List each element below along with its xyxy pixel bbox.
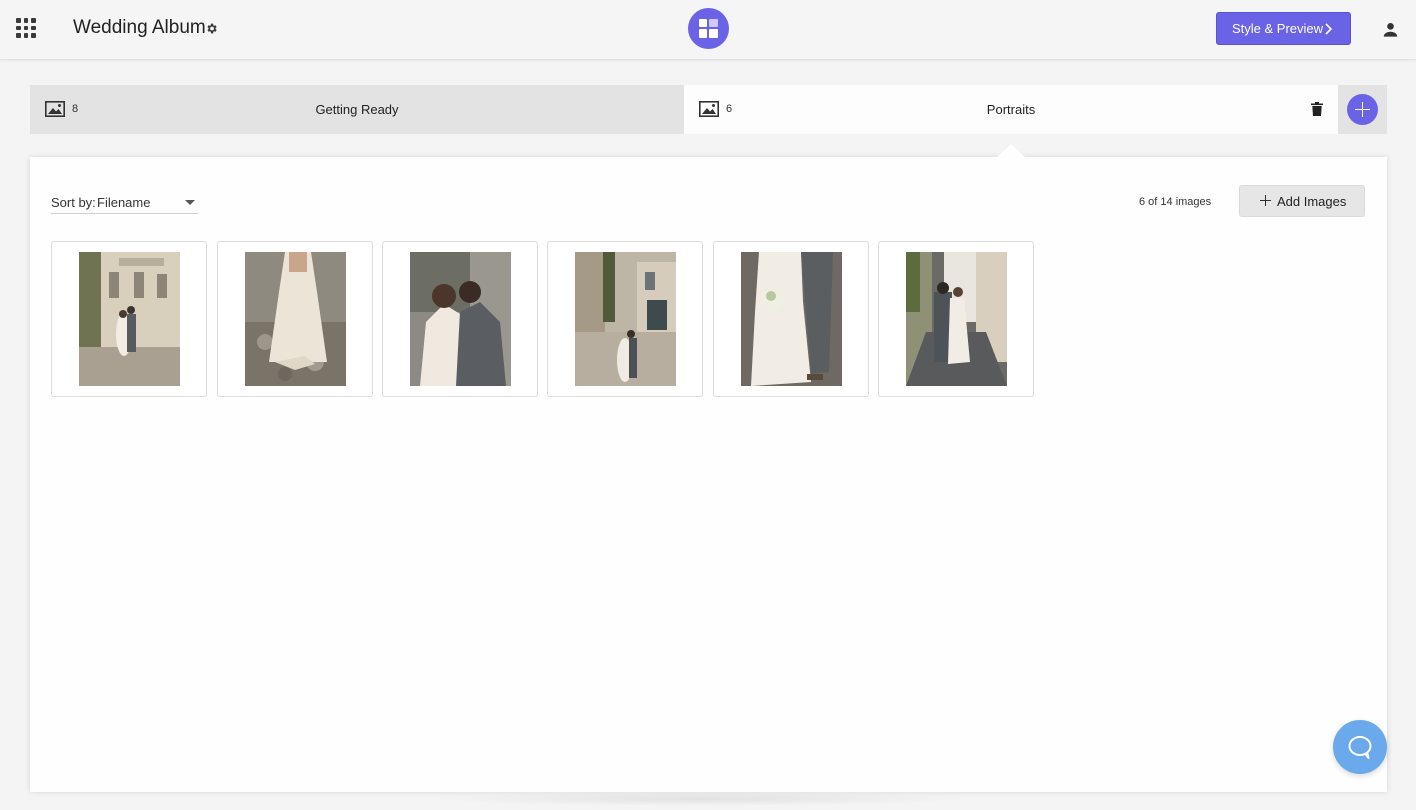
image-thumbnail[interactable] (713, 241, 869, 397)
bottom-shadow (430, 792, 970, 806)
sort-value: Filename (97, 195, 151, 210)
style-preview-button[interactable]: Style & Preview (1216, 12, 1351, 45)
photo-couple-building (79, 252, 180, 386)
photo-couple-kiss (410, 252, 511, 386)
image-thumbnail[interactable] (51, 241, 207, 397)
section-tabs: 8 Getting Ready 6 Portraits (30, 85, 1387, 134)
add-images-button[interactable]: Add Images (1239, 185, 1365, 217)
image-thumbnail[interactable] (382, 241, 538, 397)
sort-dropdown[interactable]: Sort by: Filename (51, 194, 198, 214)
album-title[interactable]: Wedding Album (73, 17, 206, 39)
section-tab-getting-ready[interactable]: 8 Getting Ready (30, 85, 684, 134)
add-images-label: Add Images (1277, 194, 1347, 209)
caret-down-icon (185, 200, 195, 205)
section-name: Getting Ready (315, 102, 399, 117)
apps-grid-icon[interactable] (16, 18, 36, 38)
trash-icon[interactable] (1311, 102, 1323, 116)
style-preview-label: Style & Preview (1232, 21, 1324, 36)
plus-icon (1347, 94, 1378, 125)
image-thumbnail[interactable] (878, 241, 1034, 397)
add-section-button[interactable] (1339, 85, 1387, 134)
image-thumbnail[interactable] (217, 241, 373, 397)
photo-couple-square (575, 252, 676, 386)
section-name: Portraits (986, 102, 1036, 117)
top-bar: Wedding Album Style & Preview (0, 0, 1416, 60)
images-panel: Sort by: Filename 6 of 14 images Add Ima… (30, 157, 1387, 792)
plus-icon (1260, 195, 1271, 206)
image-count: 6 of 14 images (1139, 196, 1212, 208)
gear-icon[interactable] (205, 22, 218, 35)
active-tab-pointer (996, 144, 1026, 158)
photo-bride-walking (245, 252, 346, 386)
app-logo-icon[interactable] (688, 8, 729, 49)
section-tab-portraits[interactable]: 6 Portraits (684, 85, 1338, 134)
photo-bouquet (741, 252, 842, 386)
image-thumbnail[interactable] (547, 241, 703, 397)
sort-label: Sort by: (51, 195, 96, 210)
chat-button[interactable] (1333, 720, 1387, 774)
photo-couple-street (906, 252, 1007, 386)
chat-bubble-icon (1348, 736, 1372, 759)
chevron-right-icon (1325, 23, 1333, 35)
user-icon[interactable] (1381, 20, 1400, 39)
